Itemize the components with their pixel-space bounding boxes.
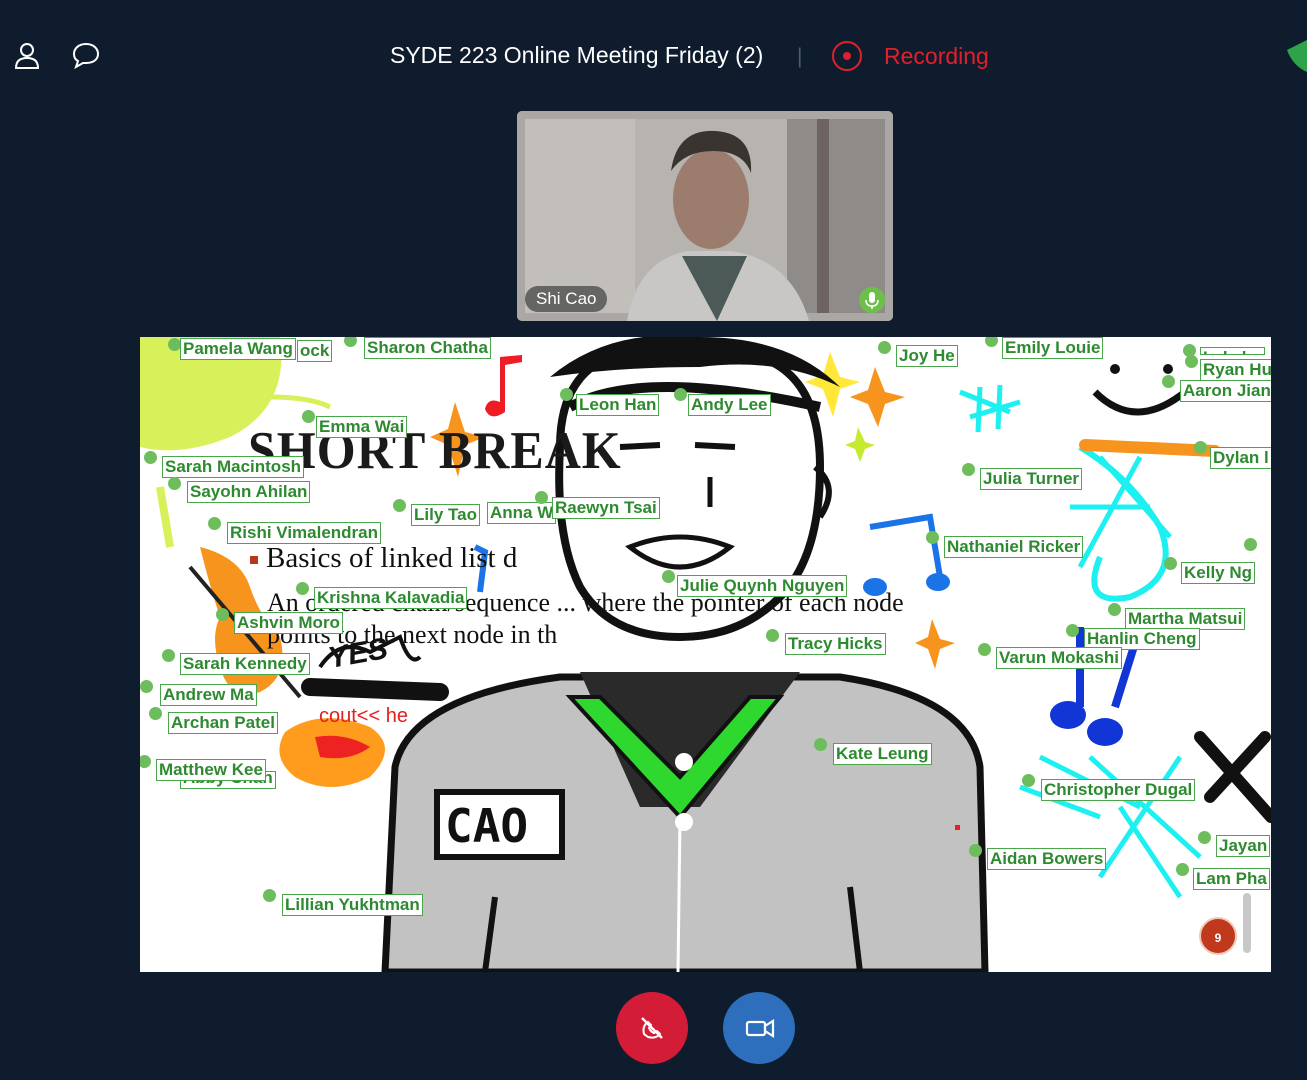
cursor-tag: Christopher Dugal [1041,779,1196,801]
record-icon [832,41,862,71]
cursor-tag: Lillian Yukhtman [282,894,423,916]
cursor-dot [662,570,675,583]
cursor-tag: Ashvin Moro [234,612,343,634]
cursor-tag: Andy Lee [688,394,771,416]
cursor-dot [674,388,687,401]
cursor-tag: Lily Tao [411,504,480,526]
slide-bullet-text: Basics of linked list d [266,542,518,574]
chat-icon[interactable] [71,40,101,70]
slide-bullet: Basics of linked list d [250,542,517,575]
cursor-tag: Julie Quynh Nguyen [677,575,848,597]
cursor-dot [216,608,229,621]
leaf-icon [1287,40,1307,72]
cursor-tag: Emily Louie [1002,337,1104,359]
cursor-tag: Lakshy [1200,347,1265,355]
cursor-dot [393,499,406,512]
cursor-tag: Ryan Hu [1200,359,1271,381]
cursor-dot [144,451,157,464]
recording-indicator[interactable]: Recording [832,38,989,74]
cursor-tag: Emma Wai [316,416,408,438]
cursor-dot [168,477,181,490]
drawn-cao-tag: CAO [445,799,529,853]
cursor-tag: Aidan Bowers [987,848,1107,870]
cursor-tag: Pamela Wang [180,338,296,360]
cursor-tag: Rishi Vimalendran [227,522,382,544]
cursor-tag: Matthew Kee [156,759,266,781]
cursor-dot [1022,774,1035,787]
cursor-dot [1162,375,1175,388]
cursor-dot [1164,557,1177,570]
cursor-dot [162,649,175,662]
cursor-tag: Jayan [1216,835,1271,857]
cursor-tag: Sarah Macintosh [162,456,305,478]
slide-page-badge[interactable]: 9 [1199,917,1237,955]
cursor-dot [962,463,975,476]
recording-label: Recording [884,42,989,69]
cursor-dot [969,844,982,857]
cursor-dot [302,410,315,423]
phone-hangup-icon [641,1017,663,1039]
cursor-tag: Martha Matsui [1125,608,1246,630]
cursor-dot [1108,603,1121,616]
cursor-tag: Leon Han [576,394,660,416]
cursor-tag: Kelly Ng [1181,562,1256,584]
cursor-tag: ock [297,340,333,362]
slide-code-text: cout<< he [319,705,408,727]
cursor-tag: Joy He [896,345,958,367]
cursor-tag: Sharon Chatha [364,337,491,359]
cursor-dot [1194,441,1207,454]
video-camera-icon [745,1019,775,1038]
cursor-dot [926,531,939,544]
cursor-tag: Aaron Jian [1180,380,1271,402]
cursor-tag: Lam Pha [1193,868,1270,890]
cursor-tag: Archan Patel [168,712,278,734]
cursor-dot [535,491,548,504]
video-toggle-button[interactable] [723,992,795,1064]
microphone-icon[interactable] [859,287,885,313]
cursor-tag: Julia Turner [980,468,1083,490]
bullet-square-icon [250,556,258,565]
cursor-tag: Andrew Ma [160,684,257,706]
cursor-tag: Kate Leung [833,743,932,765]
cursor-dot [208,517,221,530]
meeting-top-bar: SYDE 223 Online Meeting Friday (2) | Rec… [0,0,1307,110]
shared-slide-whiteboard[interactable]: SHORT BREAK Basics of linked list d An o… [140,337,1271,972]
cursor-dot [560,388,573,401]
cursor-dot [1176,863,1189,876]
presenter-webcam[interactable]: Shi Cao [517,111,893,321]
cursor-tag: Sarah Kennedy [180,653,310,675]
cursor-tag: Anna W [487,502,557,524]
cursor-tag: Sayohn Ahilan [187,481,311,503]
cursor-tag: Raewyn Tsai [552,497,660,519]
cursor-dot [766,629,779,642]
slide-scrollbar[interactable] [1243,893,1251,953]
cursor-dot [1244,538,1257,551]
cursor-dot [1066,624,1079,637]
title-separator: | [797,45,803,68]
cursor-dot [1185,355,1198,368]
cursor-dot [149,707,162,720]
cursor-dot [978,643,991,656]
cursor-dot [140,680,153,693]
cursor-dot [878,341,891,354]
cursor-dot [814,738,827,751]
cursor-tag: Krishna Kalavadia [314,587,468,609]
person-icon[interactable] [12,40,42,70]
cursor-dot [263,889,276,902]
slide-title: SHORT BREAK [248,420,622,480]
cursor-tag: Dylan l [1210,447,1271,469]
hang-up-button[interactable] [616,992,688,1064]
cursor-tag: Tracy Hicks [785,633,886,655]
cursor-dot [296,582,309,595]
cursor-dot [1198,831,1211,844]
meeting-title: SYDE 223 Online Meeting Friday (2) [390,42,764,68]
presenter-name: Shi Cao [525,286,608,312]
cursor-tag: Nathaniel Ricker [944,536,1084,558]
cursor-tag: Varun Mokashi [996,647,1122,669]
